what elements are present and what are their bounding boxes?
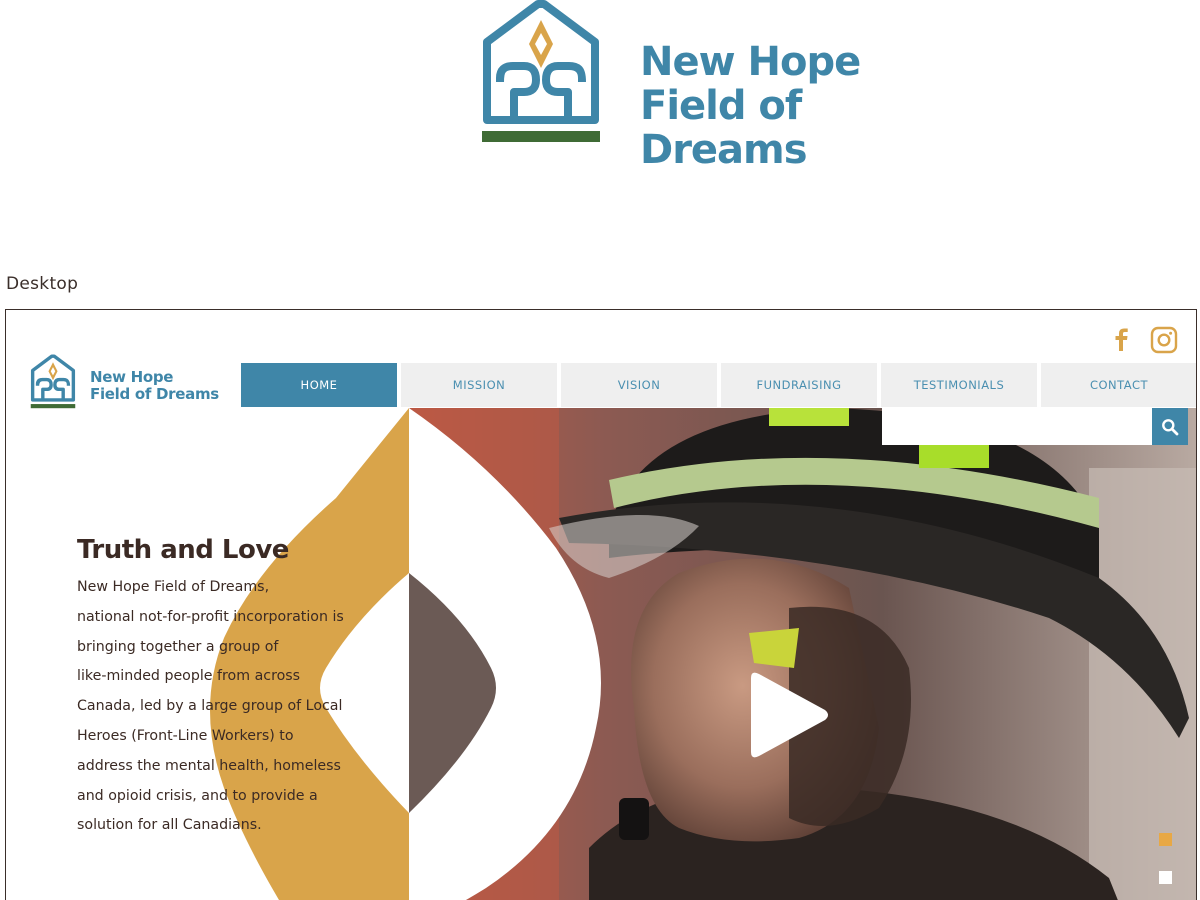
desktop-mockup: New Hope Field of Dreams HOME MISSION VI…	[5, 309, 1197, 900]
hero-body-line-8: and opioid crisis, and to provide a	[77, 787, 318, 804]
brand-logo: New Hope Field of Dreams	[480, 0, 980, 172]
house-logo-icon	[30, 354, 76, 409]
site-logo-line2: Field of Dreams	[90, 385, 219, 403]
nav-tab-home[interactable]: HOME	[241, 363, 397, 407]
nav-tab-fundraising[interactable]: FUNDRAISING	[721, 363, 877, 407]
slider-dot-2[interactable]	[1159, 871, 1172, 884]
slider-dot-1[interactable]	[1159, 833, 1172, 846]
search-icon	[1162, 418, 1179, 435]
nav-tab-testimonials[interactable]: TESTIMONIALS	[881, 363, 1037, 407]
brand-name-line2: Field of Dreams	[640, 83, 808, 173]
search-input[interactable]	[882, 408, 1152, 445]
site-logo[interactable]: New Hope Field of Dreams	[30, 354, 250, 410]
search-button[interactable]	[1152, 408, 1188, 445]
hero-text: Truth and Love New Hope Field of Dreams,…	[77, 535, 397, 841]
hero-body-line-9: solution for all Canadians.	[77, 817, 262, 834]
site-logo-line1: New Hope	[90, 368, 174, 386]
hero-body-line-1: New Hope Field of Dreams,	[77, 579, 270, 595]
social-links	[1106, 324, 1196, 358]
facebook-icon[interactable]	[1106, 324, 1136, 354]
brand-name-line1: New Hope	[640, 39, 861, 85]
brand-wordmark: New Hope Field of Dreams	[640, 40, 980, 172]
main-nav: HOME MISSION VISION FUNDRAISING TESTIMON…	[241, 363, 1196, 407]
site-logo-wordmark: New Hope Field of Dreams	[90, 369, 219, 403]
nav-tab-contact[interactable]: CONTACT	[1041, 363, 1196, 407]
hero-body-line-4: like-minded people from across	[77, 668, 301, 685]
hero-body-line-5: Canada, led by a large group of Local	[77, 698, 343, 715]
section-label: Desktop	[6, 274, 79, 294]
search-bar	[882, 408, 1188, 445]
hero-body-line-3: bringing together a group of	[77, 638, 279, 655]
hero-body-line-2: national not-for-profit incorporation is	[77, 608, 344, 625]
nav-tab-vision[interactable]: VISION	[561, 363, 717, 407]
hero-body-line-7: address the mental health, homeless	[77, 757, 341, 774]
hero-body-line-6: Heroes (Front-Line Workers) to	[77, 727, 294, 744]
nav-tab-mission[interactable]: MISSION	[401, 363, 557, 407]
house-logo-icon	[482, 0, 600, 142]
hero-title: Truth and Love	[77, 535, 289, 565]
play-icon[interactable]	[743, 668, 833, 762]
instagram-icon[interactable]	[1150, 326, 1178, 354]
